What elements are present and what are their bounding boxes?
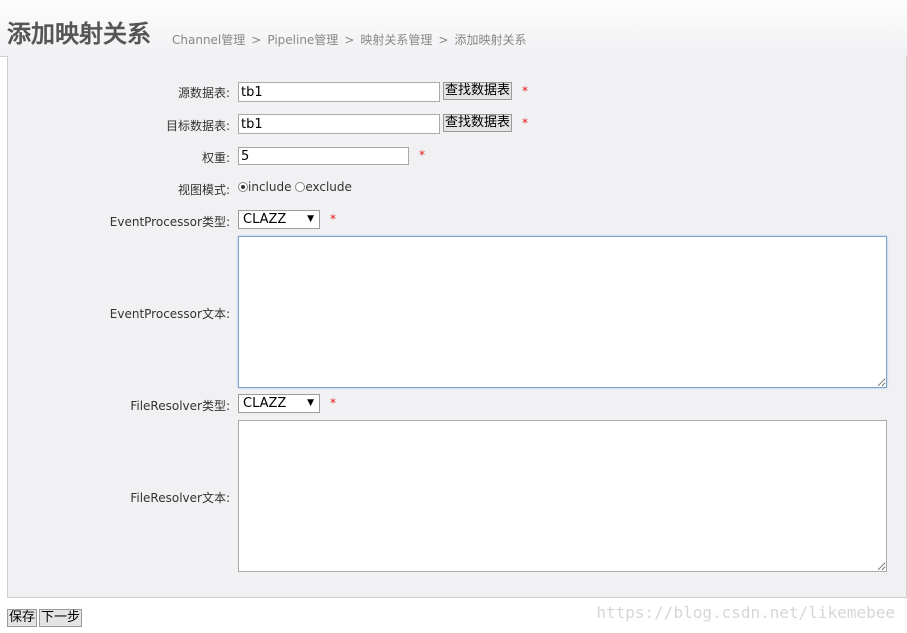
- file-resolver-type-label: FileResolver类型:: [130, 399, 230, 413]
- event-processor-type-value: CLAZZ: [243, 212, 287, 227]
- breadcrumb-current: 添加映射关系: [454, 33, 527, 47]
- file-resolver-type-select[interactable]: CLAZZ ▼: [238, 394, 320, 413]
- include-radio-label[interactable]: include: [248, 180, 291, 194]
- breadcrumb-mapping[interactable]: 映射关系管理: [360, 33, 432, 47]
- next-step-button[interactable]: 下一步: [39, 609, 83, 627]
- exclude-radio[interactable]: [295, 182, 306, 192]
- view-mode-radio-group: include exclude: [238, 180, 352, 194]
- breadcrumb-separator: >: [438, 33, 449, 47]
- watermark: https://blog.csdn.net/likemebee: [596, 603, 895, 622]
- event-processor-type-label: EventProcessor类型:: [109, 215, 230, 229]
- source-table-input[interactable]: [238, 82, 440, 102]
- required-marker: *: [522, 84, 528, 98]
- breadcrumb-channel[interactable]: Channel管理: [172, 33, 245, 47]
- breadcrumb-pipeline[interactable]: Pipeline管理: [267, 33, 338, 47]
- find-target-table-button[interactable]: 查找数据表: [443, 114, 513, 132]
- breadcrumb: Channel管理 > Pipeline管理 > 映射关系管理 > 添加映射关系: [172, 31, 526, 48]
- weight-label: 权重:: [201, 151, 230, 165]
- event-processor-textarea[interactable]: [238, 236, 887, 388]
- save-button[interactable]: 保存: [7, 609, 38, 627]
- event-processor-type-select[interactable]: CLAZZ ▼: [238, 210, 320, 229]
- event-processor-text-label: EventProcessor文本:: [109, 307, 230, 321]
- page-header: 添加映射关系 Channel管理 > Pipeline管理 > 映射关系管理 > 添加映射关…: [0, 0, 907, 57]
- required-marker: *: [419, 148, 425, 162]
- weight-input[interactable]: [238, 147, 409, 165]
- source-table-label: 源数据表:: [177, 86, 230, 100]
- target-table-label: 目标数据表:: [165, 119, 230, 133]
- breadcrumb-separator: >: [344, 33, 355, 47]
- exclude-radio-label[interactable]: exclude: [305, 180, 352, 194]
- view-mode-label: 视图模式:: [177, 183, 230, 197]
- dropdown-arrow-icon: ▼: [307, 214, 314, 224]
- page-title: 添加映射关系: [7, 20, 151, 48]
- find-source-table-button[interactable]: 查找数据表: [443, 82, 513, 100]
- include-radio[interactable]: [238, 182, 248, 192]
- file-resolver-text-label: FileResolver文本:: [130, 491, 230, 505]
- breadcrumb-separator: >: [251, 33, 262, 47]
- target-table-input[interactable]: [238, 114, 440, 134]
- file-resolver-type-value: CLAZZ: [243, 396, 287, 411]
- required-marker: *: [522, 116, 528, 130]
- required-marker: *: [330, 396, 336, 410]
- file-resolver-textarea[interactable]: [238, 420, 887, 572]
- dropdown-arrow-icon: ▼: [307, 398, 314, 408]
- required-marker: *: [330, 212, 336, 226]
